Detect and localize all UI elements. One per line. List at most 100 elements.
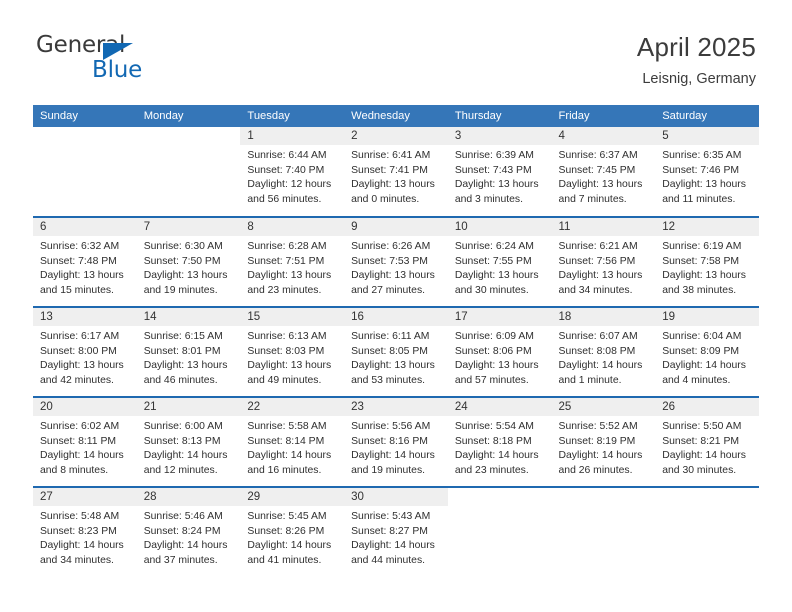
daylight-duration-line1: Daylight: 12 hours <box>247 179 332 191</box>
calendar-day-cell[interactable]: 6 Sunrise: 6:32 AM Sunset: 7:48 PM Daylight… <box>33 216 137 307</box>
day-number: 12 <box>655 218 759 236</box>
calendar-day-cell[interactable]: 7 Sunrise: 6:30 AM Sunset: 7:50 PM Daylight… <box>136 216 241 307</box>
daylight-duration-line1: Daylight: 13 hours <box>454 360 539 372</box>
sunset-time: Sunset: 7:45 PM <box>558 164 636 176</box>
calendar-day-cell[interactable]: 21 Sunrise: 6:00 AM Sunset: 8:13 PM Dayligh… <box>136 396 241 487</box>
calendar-day-cell[interactable]: 20 Sunrise: 6:02 AM Sunset: 8:11 PM Dayligh… <box>33 396 137 487</box>
daylight-duration-line1: Daylight: 13 hours <box>351 179 435 191</box>
sunrise-time: Sunrise: 6:13 AM <box>247 331 327 342</box>
day-sun-info: Sunrise: 6:41 AM Sunset: 7:41 PM Daylight:… <box>344 145 448 207</box>
sunset-time: Sunset: 8:09 PM <box>662 345 740 357</box>
sunrise-time: Sunrise: 6:35 AM <box>662 150 742 161</box>
calendar-day-cell[interactable]: 22 Sunrise: 5:58 AM Sunset: 8:14 PM Dayligh… <box>240 396 345 487</box>
calendar-day-cell[interactable]: 24 Sunrise: 5:54 AM Sunset: 8:18 PM Dayligh… <box>447 396 552 487</box>
weekday-header-monday: Monday <box>136 105 241 127</box>
calendar-day-cell[interactable]: 13 Sunrise: 6:17 AM Sunset: 8:00 PM Dayligh… <box>33 306 137 397</box>
daylight-duration-line2: and 34 minutes. <box>40 554 114 566</box>
sunset-time: Sunset: 7:51 PM <box>247 255 325 267</box>
sunset-time: Sunset: 8:14 PM <box>247 435 325 447</box>
day-sun-info: Sunrise: 5:45 AM Sunset: 8:26 PM Daylight:… <box>240 506 344 568</box>
calendar-day-cell[interactable]: 15 Sunrise: 6:13 AM Sunset: 8:03 PM Dayligh… <box>240 306 345 397</box>
calendar-day-cell[interactable]: 30 Sunrise: 5:43 AM Sunset: 8:27 PM Dayligh… <box>344 486 448 577</box>
daylight-duration-line1: Daylight: 14 hours <box>351 540 435 552</box>
sunrise-time: Sunrise: 6:37 AM <box>558 150 638 161</box>
calendar-day-cell[interactable]: 8 Sunrise: 6:28 AM Sunset: 7:51 PM Daylight… <box>240 216 345 307</box>
day-sun-info: Sunrise: 6:15 AM Sunset: 8:01 PM Daylight:… <box>137 326 241 388</box>
sunrise-time: Sunrise: 6:24 AM <box>454 241 534 252</box>
calendar-day-cell[interactable]: 12 Sunrise: 6:19 AM Sunset: 7:58 PM Dayligh… <box>655 216 759 307</box>
daylight-duration-line1: Daylight: 14 hours <box>558 450 643 462</box>
day-sun-info: Sunrise: 6:02 AM Sunset: 8:11 PM Daylight:… <box>33 416 137 478</box>
weekday-header-tuesday: Tuesday <box>240 105 345 127</box>
calendar-day-cell-empty <box>447 486 552 577</box>
calendar-day-cell[interactable]: 25 Sunrise: 5:52 AM Sunset: 8:19 PM Dayligh… <box>551 396 656 487</box>
calendar-day-cell[interactable]: 19 Sunrise: 6:04 AM Sunset: 8:09 PM Dayligh… <box>655 306 759 397</box>
sunset-time: Sunset: 8:06 PM <box>454 345 532 357</box>
day-sun-info: Sunrise: 6:24 AM Sunset: 7:55 PM Daylight:… <box>448 236 552 298</box>
daylight-duration-line1: Daylight: 13 hours <box>351 270 435 282</box>
daylight-duration-line1: Daylight: 13 hours <box>247 270 332 282</box>
calendar-week-row: 13 Sunrise: 6:17 AM Sunset: 8:00 PM Dayligh… <box>33 306 759 397</box>
calendar-day-cell[interactable]: 17 Sunrise: 6:09 AM Sunset: 8:06 PM Dayligh… <box>447 306 552 397</box>
sunset-time: Sunset: 8:18 PM <box>454 435 532 447</box>
page-header: General Blue April 2025 Leisnig, Germany <box>0 0 792 102</box>
daylight-duration-line2: and 23 minutes. <box>454 464 529 476</box>
day-sun-info: Sunrise: 6:26 AM Sunset: 7:53 PM Daylight:… <box>344 236 448 298</box>
calendar-page: General Blue April 2025 Leisnig, Germany… <box>0 0 792 612</box>
calendar-table: Sunday Monday Tuesday Wednesday Thursday… <box>33 105 759 577</box>
calendar-day-cell[interactable]: 2 Sunrise: 6:41 AM Sunset: 7:41 PM Daylight… <box>344 127 448 217</box>
daylight-duration-line1: Daylight: 13 hours <box>454 270 539 282</box>
title-block: April 2025 Leisnig, Germany <box>637 30 756 88</box>
day-number: 7 <box>136 218 241 236</box>
sunrise-time: Sunrise: 6:41 AM <box>351 150 431 161</box>
calendar-day-cell[interactable]: 16 Sunrise: 6:11 AM Sunset: 8:05 PM Dayligh… <box>344 306 448 397</box>
calendar-day-cell[interactable]: 1 Sunrise: 6:44 AM Sunset: 7:40 PM Daylight… <box>240 127 345 217</box>
calendar-day-cell[interactable]: 29 Sunrise: 5:45 AM Sunset: 8:26 PM Dayligh… <box>240 486 345 577</box>
daylight-duration-line1: Daylight: 14 hours <box>40 540 124 552</box>
calendar-day-cell[interactable]: 18 Sunrise: 6:07 AM Sunset: 8:08 PM Dayligh… <box>551 306 656 397</box>
day-sun-info: Sunrise: 5:50 AM Sunset: 8:21 PM Daylight:… <box>655 416 759 478</box>
daylight-duration-line2: and 26 minutes. <box>558 464 633 476</box>
sunset-time: Sunset: 7:58 PM <box>662 255 740 267</box>
calendar-day-cell[interactable]: 5 Sunrise: 6:35 AM Sunset: 7:46 PM Daylight… <box>655 127 759 217</box>
day-sun-info: Sunrise: 6:11 AM Sunset: 8:05 PM Daylight:… <box>344 326 448 388</box>
day-number: 30 <box>344 488 448 506</box>
daylight-duration-line2: and 3 minutes. <box>454 193 523 205</box>
day-number: 23 <box>344 398 448 416</box>
calendar-day-cell[interactable]: 11 Sunrise: 6:21 AM Sunset: 7:56 PM Dayligh… <box>551 216 656 307</box>
day-sun-info: Sunrise: 6:32 AM Sunset: 7:48 PM Daylight:… <box>33 236 137 298</box>
calendar-day-cell[interactable]: 14 Sunrise: 6:15 AM Sunset: 8:01 PM Dayligh… <box>136 306 241 397</box>
sunrise-time: Sunrise: 6:19 AM <box>662 241 742 252</box>
sunrise-time: Sunrise: 6:15 AM <box>143 331 223 342</box>
calendar-day-cell[interactable]: 4 Sunrise: 6:37 AM Sunset: 7:45 PM Daylight… <box>551 127 656 217</box>
calendar-day-cell[interactable]: 26 Sunrise: 5:50 AM Sunset: 8:21 PM Dayligh… <box>655 396 759 487</box>
daylight-duration-line2: and 0 minutes. <box>351 193 420 205</box>
page-subtitle: Leisnig, Germany <box>642 71 756 87</box>
general-blue-logo: General Blue <box>36 34 216 90</box>
daylight-duration-line2: and 8 minutes. <box>40 464 109 476</box>
calendar-day-cell[interactable]: 10 Sunrise: 6:24 AM Sunset: 7:55 PM Dayligh… <box>447 216 552 307</box>
calendar-day-cell[interactable]: 9 Sunrise: 6:26 AM Sunset: 7:53 PM Daylight… <box>344 216 448 307</box>
page-title: April 2025 <box>636 32 756 62</box>
daylight-duration-line1: Daylight: 14 hours <box>662 450 746 462</box>
day-number: 5 <box>655 127 759 145</box>
calendar-day-cell[interactable]: 23 Sunrise: 5:56 AM Sunset: 8:16 PM Dayligh… <box>344 396 448 487</box>
sunset-time: Sunset: 8:11 PM <box>40 435 117 447</box>
sunrise-time: Sunrise: 5:45 AM <box>247 511 327 522</box>
sunset-time: Sunset: 8:01 PM <box>143 345 221 357</box>
daylight-duration-line1: Daylight: 13 hours <box>558 179 643 191</box>
day-sun-info: Sunrise: 5:46 AM Sunset: 8:24 PM Daylight:… <box>137 506 241 568</box>
calendar-day-cell[interactable]: 28 Sunrise: 5:46 AM Sunset: 8:24 PM Dayligh… <box>136 486 241 577</box>
day-sun-info: Sunrise: 6:07 AM Sunset: 8:08 PM Daylight:… <box>552 326 656 388</box>
daylight-duration-line2: and 7 minutes. <box>558 193 627 205</box>
calendar-day-cell[interactable]: 27 Sunrise: 5:48 AM Sunset: 8:23 PM Dayligh… <box>33 486 137 577</box>
day-sun-info: Sunrise: 6:00 AM Sunset: 8:13 PM Daylight:… <box>137 416 241 478</box>
daylight-duration-line2: and 49 minutes. <box>247 374 322 386</box>
sunset-time: Sunset: 8:03 PM <box>247 345 325 357</box>
sunrise-time: Sunrise: 5:58 AM <box>247 421 327 432</box>
sunrise-time: Sunrise: 6:02 AM <box>40 421 120 432</box>
daylight-duration-line2: and 11 minutes. <box>662 193 736 205</box>
sunset-time: Sunset: 8:24 PM <box>143 525 221 537</box>
calendar-day-cell[interactable]: 3 Sunrise: 6:39 AM Sunset: 7:43 PM Daylight… <box>447 127 552 217</box>
calendar-body: 1 Sunrise: 6:44 AM Sunset: 7:40 PM Daylight… <box>33 127 759 577</box>
